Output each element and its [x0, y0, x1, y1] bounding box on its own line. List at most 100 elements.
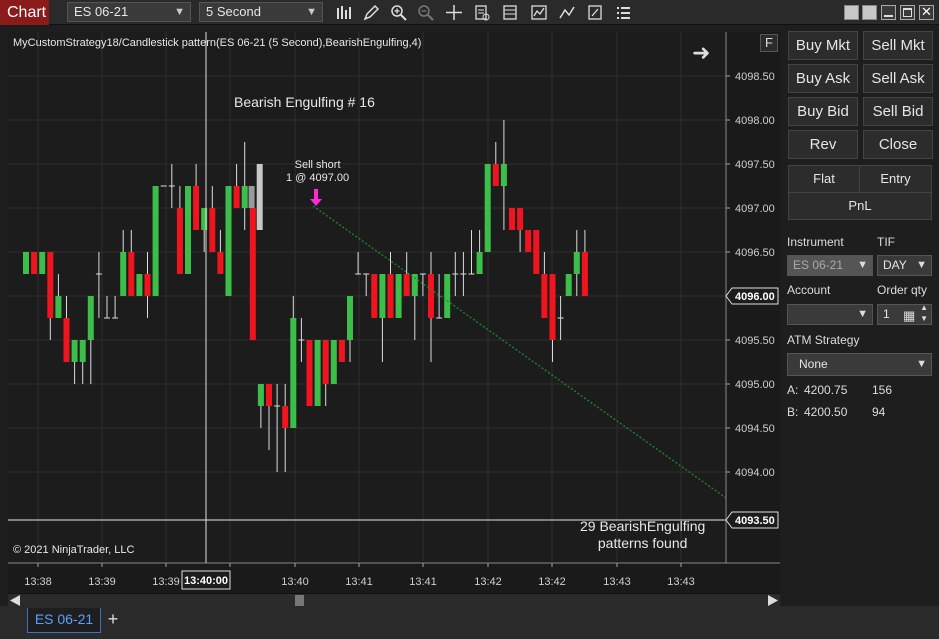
- price-tick-label: 4094.50: [735, 423, 775, 435]
- chart-area[interactable]: 4098.50 4098.00 4097.50 4097.00 4096.50 4096.…: [8, 32, 780, 593]
- last-price-label: 4096.00: [735, 291, 775, 303]
- buy-bid-button[interactable]: Buy Bid: [788, 97, 858, 126]
- candle-body: [71, 340, 78, 362]
- time-tick-label: 13:39: [152, 576, 180, 588]
- scroll-left-icon[interactable]: [10, 595, 20, 606]
- entry-button[interactable]: Entry: [859, 165, 932, 193]
- sell-mkt-button[interactable]: Sell Mkt: [863, 31, 933, 60]
- indicators-icon[interactable]: [500, 3, 520, 22]
- candle-body: [290, 318, 297, 428]
- flat-button[interactable]: Flat: [788, 165, 860, 193]
- candle-body: [136, 274, 143, 296]
- found-line-1: 29 BearishEngulfing: [580, 518, 706, 534]
- time-tick-label: 13:43: [603, 576, 631, 588]
- minimize-icon[interactable]: [881, 5, 896, 20]
- buy-ask-button[interactable]: Buy Ask: [788, 64, 858, 93]
- account-label: Account: [787, 283, 831, 297]
- candle-body: [152, 186, 159, 296]
- atm-strategy-select[interactable]: None ▼: [787, 353, 932, 376]
- price-tick-label: 4095.50: [735, 335, 775, 347]
- chevron-down-icon: ▼: [857, 259, 868, 271]
- candle-body: [217, 252, 224, 274]
- line-price-label: 4093.50: [735, 515, 775, 527]
- price-tick-label: 4097.00: [735, 203, 775, 215]
- tif-select[interactable]: DAY ▼: [877, 255, 932, 276]
- pnl-button[interactable]: PnL: [788, 192, 932, 220]
- candle-body: [266, 384, 272, 406]
- instrument-label: Instrument: [787, 235, 844, 249]
- line-icon[interactable]: [557, 3, 577, 22]
- time-tick-label: 13:41: [409, 576, 437, 588]
- candle-body: [63, 318, 70, 362]
- instrument-tab[interactable]: ES 06-21: [27, 608, 101, 633]
- stepper-arrows-icon[interactable]: ▲ ▼: [920, 302, 928, 324]
- tif-label: TIF: [877, 235, 895, 249]
- menu-icon[interactable]: [613, 3, 633, 22]
- add-tab-button[interactable]: +: [103, 608, 123, 630]
- zoom-out-icon[interactable]: [416, 3, 436, 22]
- candle-body: [47, 252, 54, 318]
- price-tick-label: 4097.50: [735, 159, 775, 171]
- candlestick-chart[interactable]: 4098.50 4098.00 4097.50 4097.00 4096.50 4096.…: [8, 32, 780, 593]
- link-icon[interactable]: [844, 5, 859, 20]
- ask-label: A:: [787, 383, 799, 397]
- candle-body: [225, 186, 232, 296]
- cursor-time-label: 13:40:00: [184, 575, 228, 587]
- bars-icon[interactable]: [334, 3, 354, 22]
- zoom-in-icon[interactable]: [389, 3, 409, 22]
- candle-body: [120, 252, 127, 296]
- minimize-button[interactable]: [862, 5, 877, 20]
- candle-body: [314, 340, 321, 406]
- order-qty-stepper[interactable]: 1 ▦ ▲ ▼: [877, 302, 932, 325]
- instrument-selector[interactable]: ES 06-21 ▼: [67, 2, 191, 22]
- instrument-selector-value: ES 06-21: [74, 4, 129, 19]
- atm-strategy-value: None: [799, 357, 828, 371]
- chevron-down-icon: ▼: [174, 6, 185, 18]
- scroll-right-icon[interactable]: [768, 595, 778, 606]
- candle-body: [330, 340, 337, 384]
- price-tick-label: 4096.50: [735, 247, 775, 259]
- buy-mkt-button[interactable]: Buy Mkt: [788, 31, 858, 60]
- data-box-icon[interactable]: [472, 3, 492, 22]
- copyright: © 2021 NinjaTrader, LLC: [13, 544, 135, 556]
- candle-body: [257, 384, 264, 406]
- candle-body: [233, 186, 240, 208]
- calculator-icon[interactable]: ▦: [903, 306, 915, 325]
- strategies-icon[interactable]: [529, 3, 549, 22]
- sell-ask-button[interactable]: Sell Ask: [863, 64, 933, 93]
- candle-body: [509, 208, 515, 230]
- sell-bid-button[interactable]: Sell Bid: [863, 97, 933, 126]
- arrow-right-icon[interactable]: ➜: [692, 40, 710, 66]
- candle-body: [176, 208, 183, 274]
- account-select[interactable]: ▼: [787, 304, 873, 325]
- crosshair-icon[interactable]: [444, 3, 464, 22]
- pencil-icon[interactable]: [361, 3, 381, 22]
- candle-body: [209, 208, 216, 252]
- candle-body: [23, 252, 29, 274]
- candle-body: [144, 274, 151, 296]
- price-tick-label: 4098.50: [735, 71, 775, 83]
- time-tick-label: 13:41: [345, 576, 373, 588]
- close-button[interactable]: Close: [863, 130, 933, 159]
- candle-body: [282, 406, 289, 428]
- horizontal-scrollbar[interactable]: [8, 593, 780, 606]
- rev-button[interactable]: Rev: [788, 130, 858, 159]
- chart-title: MyCustomStrategy18/Candlestick pattern(E…: [13, 37, 422, 49]
- maximize-icon[interactable]: [900, 5, 915, 20]
- atm-strategy-label: ATM Strategy: [787, 333, 860, 347]
- interval-selector[interactable]: 5 Second ▼: [199, 2, 323, 22]
- chevron-down-icon: ▼: [916, 259, 927, 271]
- close-icon[interactable]: ✕: [919, 4, 934, 20]
- f-button[interactable]: F: [760, 34, 778, 52]
- price-tick-label: 4098.00: [735, 115, 775, 127]
- candle-body: [517, 208, 524, 230]
- chart-tab[interactable]: Chart: [0, 0, 49, 25]
- scroll-thumb[interactable]: [295, 595, 304, 606]
- toolbar: Chart ES 06-21 ▼ 5 Second ▼ ✕: [0, 0, 939, 25]
- order-qty-label: Order qty: [877, 283, 928, 297]
- chevron-down-icon: ▼: [306, 6, 317, 18]
- candle-body: [185, 186, 191, 274]
- properties-icon[interactable]: [585, 3, 605, 22]
- candle-body: [306, 340, 313, 406]
- candle-body: [565, 274, 572, 296]
